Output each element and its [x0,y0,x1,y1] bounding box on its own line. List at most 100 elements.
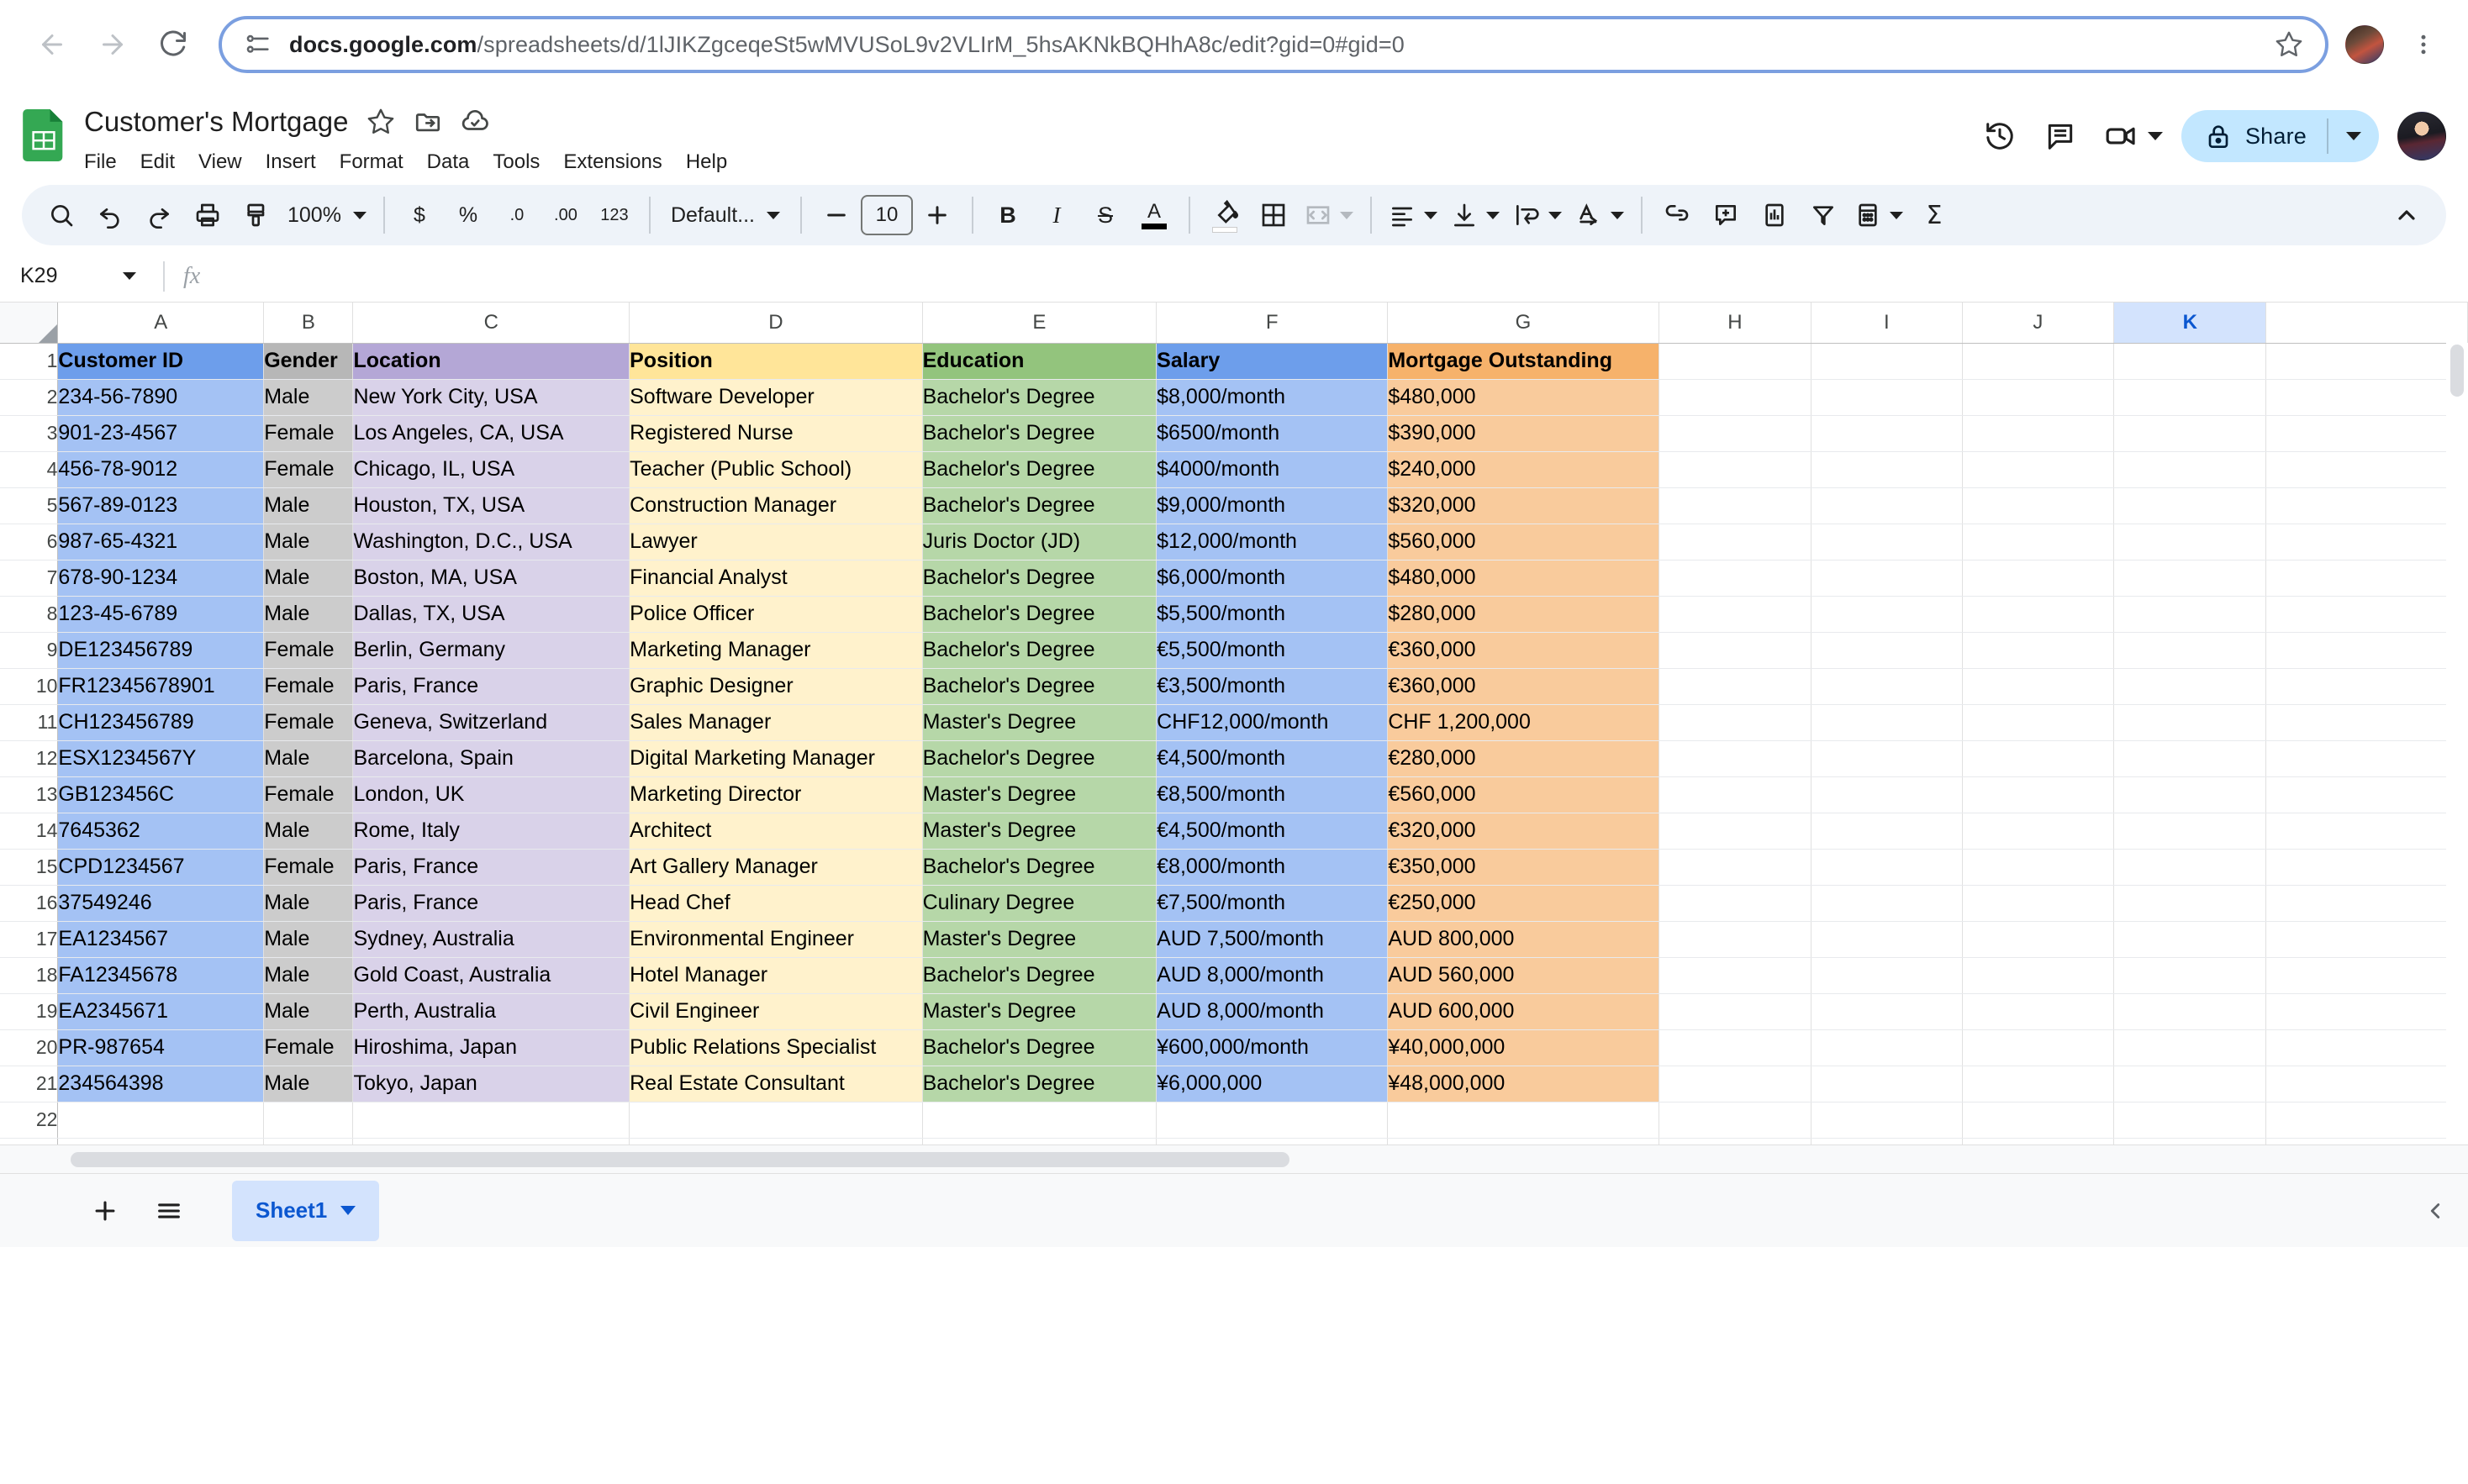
cell-A19[interactable]: EA2345671 [58,993,264,1029]
row-header-10[interactable]: 10 [0,668,58,704]
col-header-J[interactable]: J [1962,303,2113,343]
cell-J14[interactable] [1962,813,2113,849]
cell-C12[interactable]: Barcelona, Spain [353,740,630,776]
all-sheets-icon[interactable] [143,1185,195,1237]
row-header-17[interactable]: 17 [0,921,58,957]
cell-K2[interactable] [2114,379,2266,415]
cell-I13[interactable] [1811,776,1963,813]
cell-B23[interactable] [264,1138,353,1145]
cell-J7[interactable] [1962,560,2113,596]
address-bar[interactable]: docs.google.com/spreadsheets/d/1lJIKZgce… [219,16,2328,73]
fill-color-button[interactable] [1200,190,1249,240]
cell-C9[interactable]: Berlin, Germany [353,632,630,668]
cell-J9[interactable] [1962,632,2113,668]
menu-format[interactable]: Format [328,146,415,178]
percent-format-button[interactable]: % [444,190,493,240]
cell-I1[interactable] [1811,343,1963,379]
cell-H9[interactable] [1659,632,1811,668]
cell-A9[interactable]: DE123456789 [58,632,264,668]
cell-G6[interactable]: $560,000 [1388,524,1659,560]
cell-19[interactable] [2266,993,2468,1029]
cell-D9[interactable]: Marketing Manager [630,632,922,668]
cell-H21[interactable] [1659,1066,1811,1102]
browser-profile-avatar[interactable] [2345,25,2384,64]
cell-B3[interactable]: Female [264,415,353,451]
cell-H12[interactable] [1659,740,1811,776]
name-box[interactable]: K29 [20,264,155,288]
cell-F1[interactable]: Salary [1157,343,1388,379]
cell-K8[interactable] [2114,596,2266,632]
cell-D18[interactable]: Hotel Manager [630,957,922,993]
version-history-icon[interactable] [1970,106,2030,166]
cell-G16[interactable]: €250,000 [1388,885,1659,921]
cell-D16[interactable]: Head Chef [630,885,922,921]
cell-H18[interactable] [1659,957,1811,993]
cell-6[interactable] [2266,524,2468,560]
cell-H11[interactable] [1659,704,1811,740]
cell-D17[interactable]: Environmental Engineer [630,921,922,957]
cell-K3[interactable] [2114,415,2266,451]
cell-G9[interactable]: €360,000 [1388,632,1659,668]
cell-A16[interactable]: 37549246 [58,885,264,921]
cell-D5[interactable]: Construction Manager [630,487,922,524]
cell-H3[interactable] [1659,415,1811,451]
cell-B13[interactable]: Female [264,776,353,813]
cell-D21[interactable]: Real Estate Consultant [630,1066,922,1102]
cell-J23[interactable] [1962,1138,2113,1145]
row-header-1[interactable]: 1 [0,343,58,379]
cell-D13[interactable]: Marketing Director [630,776,922,813]
cell-B22[interactable] [264,1102,353,1138]
cell-22[interactable] [2266,1102,2468,1138]
cell-F14[interactable]: €4,500/month [1157,813,1388,849]
cell-J6[interactable] [1962,524,2113,560]
cell-G1[interactable]: Mortgage Outstanding [1388,343,1659,379]
cell-D20[interactable]: Public Relations Specialist [630,1029,922,1066]
cell-K14[interactable] [2114,813,2266,849]
cell-E7[interactable]: Bachelor's Degree [922,560,1157,596]
cell-E23[interactable] [922,1138,1157,1145]
cell-15[interactable] [2266,849,2468,885]
cell-K20[interactable] [2114,1029,2266,1066]
col-header-D[interactable]: D [630,303,922,343]
cell-J19[interactable] [1962,993,2113,1029]
print-icon[interactable] [183,190,232,240]
cell-F15[interactable]: €8,000/month [1157,849,1388,885]
site-settings-icon[interactable] [244,30,272,59]
cell-F6[interactable]: $12,000/month [1157,524,1388,560]
sheet-nav-left[interactable] [2423,1198,2448,1224]
cell-C3[interactable]: Los Angeles, CA, USA [353,415,630,451]
col-header-I[interactable]: I [1811,303,1963,343]
cell-C14[interactable]: Rome, Italy [353,813,630,849]
menu-data[interactable]: Data [415,146,482,178]
cell-16[interactable] [2266,885,2468,921]
increase-font-size-button[interactable] [913,190,962,240]
row-header-13[interactable]: 13 [0,776,58,813]
cell-H13[interactable] [1659,776,1811,813]
cell-2[interactable] [2266,379,2468,415]
menu-view[interactable]: View [187,146,254,178]
cell-F20[interactable]: ¥600,000/month [1157,1029,1388,1066]
cell-K7[interactable] [2114,560,2266,596]
row-header-3[interactable]: 3 [0,415,58,451]
cell-B15[interactable]: Female [264,849,353,885]
horizontal-scroll-thumb[interactable] [71,1152,1289,1167]
cell-A12[interactable]: ESX1234567Y [58,740,264,776]
cell-G7[interactable]: $480,000 [1388,560,1659,596]
cell-C19[interactable]: Perth, Australia [353,993,630,1029]
paint-format-icon[interactable] [232,190,281,240]
cell-H4[interactable] [1659,451,1811,487]
cell-J22[interactable] [1962,1102,2113,1138]
cell-F3[interactable]: $6500/month [1157,415,1388,451]
cell-E21[interactable]: Bachelor's Degree [922,1066,1157,1102]
cell-G19[interactable]: AUD 600,000 [1388,993,1659,1029]
cell-H5[interactable] [1659,487,1811,524]
cell-J5[interactable] [1962,487,2113,524]
cell-A10[interactable]: FR12345678901 [58,668,264,704]
cell-G21[interactable]: ¥48,000,000 [1388,1066,1659,1102]
kebab-menu-icon[interactable] [2401,22,2446,67]
col-header-G[interactable]: G [1388,303,1659,343]
cell-E22[interactable] [922,1102,1157,1138]
row-header-5[interactable]: 5 [0,487,58,524]
cell-E11[interactable]: Master's Degree [922,704,1157,740]
col-header-B[interactable]: B [264,303,353,343]
